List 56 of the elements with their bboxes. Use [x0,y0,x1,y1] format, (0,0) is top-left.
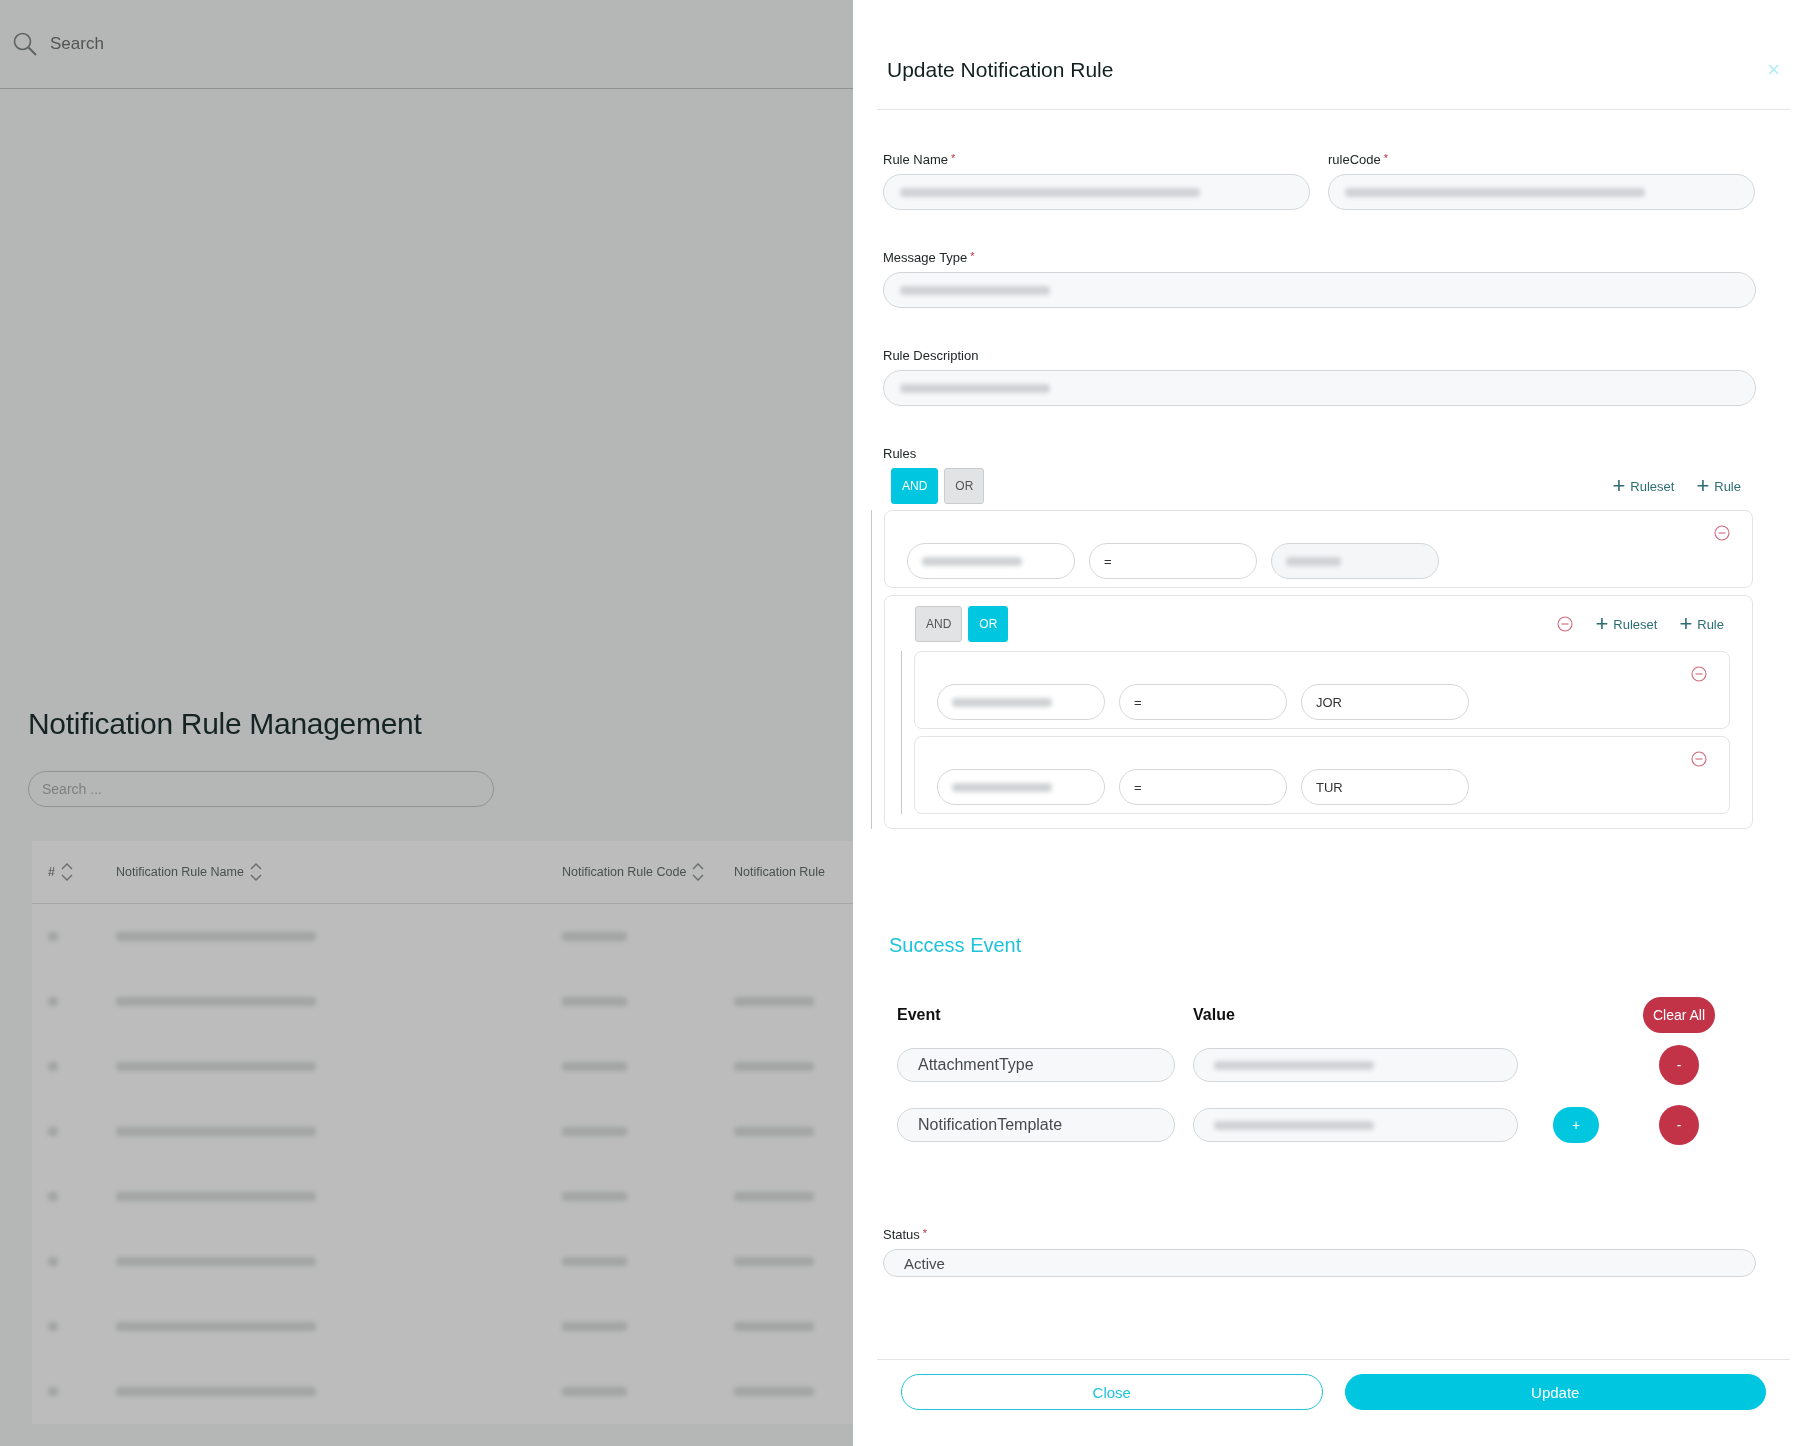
value-field[interactable]: TUR [1301,769,1469,805]
input-field[interactable] [883,272,1756,308]
remove-icon [1691,666,1707,682]
status-select[interactable]: Active [883,1249,1756,1277]
search-icon [12,31,38,57]
remove-button[interactable]: - [1659,1105,1699,1145]
combinator-tab[interactable]: AND [915,606,963,642]
required-mark: * [970,250,975,264]
column-header: Event [897,1006,942,1024]
add-link[interactable]: + Ruleset [1595,613,1658,635]
column-header[interactable]: # [48,865,55,879]
input-field[interactable]: AttachmentType [897,1048,1175,1082]
combinator-tab[interactable]: OR [944,468,985,504]
value-field[interactable] [1271,543,1439,579]
plus-icon: + [1679,613,1693,635]
field-label: Status [883,1227,920,1242]
add-link[interactable]: + Rule [1696,475,1741,497]
operator-field[interactable]: = [1119,769,1287,805]
clear-all-button[interactable]: Clear All [1642,997,1716,1033]
input-field[interactable] [907,543,1075,579]
add-link[interactable]: + Rule [1679,613,1724,635]
search-field[interactable]: Search ... [28,771,494,807]
add-link[interactable]: + Ruleset [1612,475,1675,497]
input-field[interactable] [883,370,1756,406]
operator-field[interactable]: = [1119,684,1287,720]
remove-button[interactable]: - [1659,1045,1699,1085]
field-label: Rules [883,446,917,461]
input-field[interactable] [1328,174,1755,210]
value-field[interactable]: JOR [1301,684,1469,720]
input-field[interactable] [937,684,1105,720]
column-header[interactable]: Notification Rule [734,865,825,879]
required-mark: * [922,1227,928,1241]
dialog-title: Update Notification Rule [887,57,1114,82]
field-label: Rule Description [883,348,979,363]
operator-field[interactable]: = [1089,543,1257,579]
section-title: Success Event [889,934,1023,957]
field-label: ruleCode [1328,152,1381,167]
field-label: Rule Name [883,152,949,167]
input-field[interactable] [1193,1048,1518,1082]
remove-icon [1691,751,1707,767]
input-field[interactable] [883,174,1310,210]
search-field[interactable]: Search [50,34,250,54]
input-field[interactable]: NotificationTemplate [897,1108,1175,1142]
field-label: Message Type [883,250,968,265]
remove-icon [1714,525,1730,541]
plus-icon: + [1612,475,1626,497]
plus-icon: + [1696,475,1710,497]
input-field[interactable] [937,769,1105,805]
input-field[interactable] [1193,1108,1518,1142]
column-header[interactable]: Notification Rule Code [562,865,687,879]
required-mark: * [951,152,956,166]
required-mark: * [1383,152,1389,166]
page-title: Notification Rule Management [28,707,423,741]
column-header: Value [1193,1006,1236,1024]
plus-icon: + [1595,613,1609,635]
column-header[interactable]: Notification Rule Name [116,865,244,879]
